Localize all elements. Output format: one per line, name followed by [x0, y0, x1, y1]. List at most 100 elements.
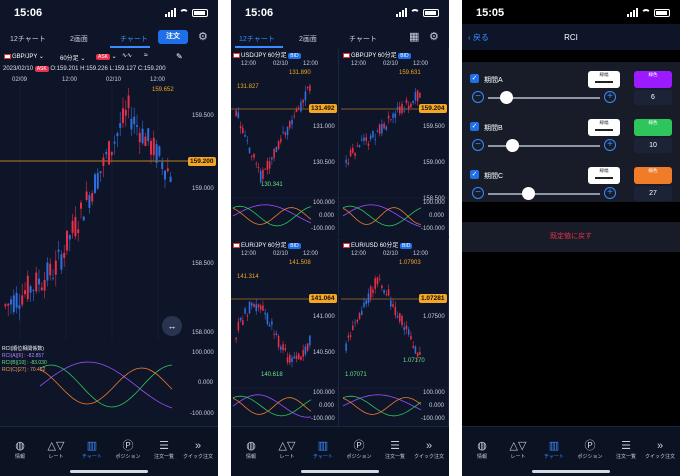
- candle-body: [407, 105, 410, 110]
- bottom-nav: ◍ 情報 △▽ レート ▥ チャート Ⓟ ポジション ☰ 注文一覧 » クイック注文: [231, 426, 449, 476]
- candle-body: [385, 294, 388, 295]
- candle-body: [21, 295, 24, 305]
- nav-quick-order[interactable]: » クイック注文: [411, 439, 447, 460]
- line-width-select[interactable]: 線幅: [588, 119, 620, 136]
- nav-position[interactable]: Ⓟ ポジション: [110, 439, 146, 460]
- period-slider-knob[interactable]: [500, 91, 513, 104]
- increment-button[interactable]: +: [604, 187, 616, 199]
- tab-2screen[interactable]: 2画面: [299, 34, 317, 44]
- nav-label: 情報: [245, 454, 256, 460]
- candle-body: [374, 278, 376, 289]
- candle-body: [12, 295, 15, 313]
- candle-body: [396, 107, 399, 109]
- increment-button[interactable]: +: [604, 139, 616, 151]
- checkbox-period-b[interactable]: ✓: [470, 122, 479, 131]
- rate-icon: △▽: [278, 440, 296, 452]
- nav-order-list[interactable]: ☰ 注文一覧: [377, 439, 413, 460]
- period-slider-track[interactable]: [488, 145, 600, 147]
- candle-body: [166, 168, 169, 172]
- decrement-button[interactable]: −: [472, 139, 484, 151]
- decrement-button[interactable]: −: [472, 187, 484, 199]
- candle-body: [347, 162, 350, 165]
- line-color-label: 線色: [648, 120, 658, 125]
- period-settings-list: ✓ 期間A 線幅 線色 − + 6 ✓ 期間B 線幅 線色 − + 10 ✓ 期…: [462, 62, 680, 202]
- nav-info[interactable]: ◍ 情報: [2, 439, 38, 460]
- period-slider-knob[interactable]: [522, 187, 535, 200]
- candle-body: [29, 286, 32, 293]
- candle-body: [169, 176, 172, 182]
- line-width-select[interactable]: 線幅: [588, 167, 620, 184]
- period-value[interactable]: 10: [634, 138, 672, 153]
- nav-order-list[interactable]: ☰ 注文一覧: [146, 439, 182, 460]
- line-color-select[interactable]: 線色: [634, 167, 672, 184]
- mini-timeframe: 60分足: [267, 243, 287, 249]
- candle-body: [280, 346, 282, 350]
- nav-info[interactable]: ◍ 情報: [233, 439, 269, 460]
- line-color-select[interactable]: 線色: [634, 119, 672, 136]
- increment-button[interactable]: +: [604, 91, 616, 103]
- nav-order-list[interactable]: ☰ 注文一覧: [608, 439, 644, 460]
- candle-body: [80, 202, 82, 209]
- candle-body: [54, 260, 57, 275]
- line-color-label: 線色: [648, 168, 658, 173]
- candle-body: [419, 92, 421, 98]
- chart-icon: ▥: [86, 440, 98, 452]
- nav-label: 情報: [476, 454, 487, 460]
- nav-label: 注文一覧: [384, 454, 405, 460]
- nav-info[interactable]: ◍ 情報: [464, 439, 500, 460]
- nav-quick-order[interactable]: » クイック注文: [642, 439, 678, 460]
- reset-defaults-button[interactable]: 既定値に戻す: [462, 222, 680, 252]
- gear-icon[interactable]: ⚙: [429, 30, 439, 43]
- nav-rate[interactable]: △▽ レート: [500, 439, 536, 460]
- nav-position[interactable]: Ⓟ ポジション: [341, 439, 377, 460]
- nav-rate[interactable]: △▽ レート: [269, 439, 305, 460]
- nav-position[interactable]: Ⓟ ポジション: [572, 439, 608, 460]
- candle-body: [275, 146, 278, 152]
- tab-chart[interactable]: チャート: [349, 34, 377, 44]
- candle-body: [99, 171, 102, 174]
- rci-axis-label: -100.000: [421, 416, 445, 422]
- nav-chart[interactable]: ▥ チャート: [305, 439, 341, 460]
- candle-body: [291, 357, 293, 363]
- rci-axis-label: -100.000: [190, 411, 214, 417]
- nav-label: チャート: [82, 454, 102, 460]
- nav-rate[interactable]: △▽ レート: [38, 439, 74, 460]
- candle-body: [150, 140, 152, 155]
- tab-12chart[interactable]: 12チャート: [239, 34, 275, 44]
- nav-quick-order[interactable]: » クイック注文: [180, 439, 216, 460]
- checkbox-period-c[interactable]: ✓: [470, 170, 479, 179]
- order-list-icon: ☰: [621, 440, 631, 452]
- nav-label: クイック注文: [413, 454, 444, 460]
- candle-body: [302, 350, 304, 357]
- period-slider-knob[interactable]: [506, 139, 519, 152]
- mini-chart[interactable]: EUR/USD 60分足 BID 12:00 02/10 12:00 1.079…: [341, 238, 449, 426]
- level-label: 141.314: [237, 274, 259, 280]
- mini-candlestick-chart: [231, 298, 339, 418]
- mini-chart[interactable]: EUR/JPY 60分足 BID 12:00 02/10 12:00 141.5…: [231, 238, 339, 426]
- candle-body: [356, 320, 359, 322]
- nav-chart[interactable]: ▥ チャート: [74, 439, 110, 460]
- rate-icon: △▽: [509, 440, 527, 452]
- candlestick-chart[interactable]: [0, 0, 218, 340]
- candle-body: [286, 357, 289, 363]
- mini-chart[interactable]: GBP/JPY 60分足 BID 12:00 02/10 12:00 159.6…: [341, 48, 449, 236]
- mini-chart[interactable]: USD/JPY 60分足 BID 12:00 02/10 12:00 131.8…: [231, 48, 339, 236]
- expand-horizontal-icon[interactable]: ↔: [162, 316, 182, 336]
- period-slider-track[interactable]: [488, 193, 600, 195]
- candle-body: [138, 133, 141, 143]
- grid-icon[interactable]: ▦: [409, 30, 419, 43]
- candle-body: [63, 252, 66, 259]
- candle-body: [284, 348, 287, 350]
- rci-axis-label: 0.000: [319, 213, 335, 219]
- line-width-select[interactable]: 線幅: [588, 71, 620, 88]
- quick-order-icon: »: [194, 440, 202, 452]
- period-value[interactable]: 27: [634, 186, 672, 201]
- line-color-select[interactable]: 線色: [634, 71, 672, 88]
- candle-body: [259, 305, 262, 310]
- low-label: 1.07170: [403, 358, 425, 364]
- checkbox-period-a[interactable]: ✓: [470, 74, 479, 83]
- period-value[interactable]: 6: [634, 90, 672, 105]
- wifi-icon: [410, 8, 420, 17]
- nav-chart[interactable]: ▥ チャート: [536, 439, 572, 460]
- decrement-button[interactable]: −: [472, 91, 484, 103]
